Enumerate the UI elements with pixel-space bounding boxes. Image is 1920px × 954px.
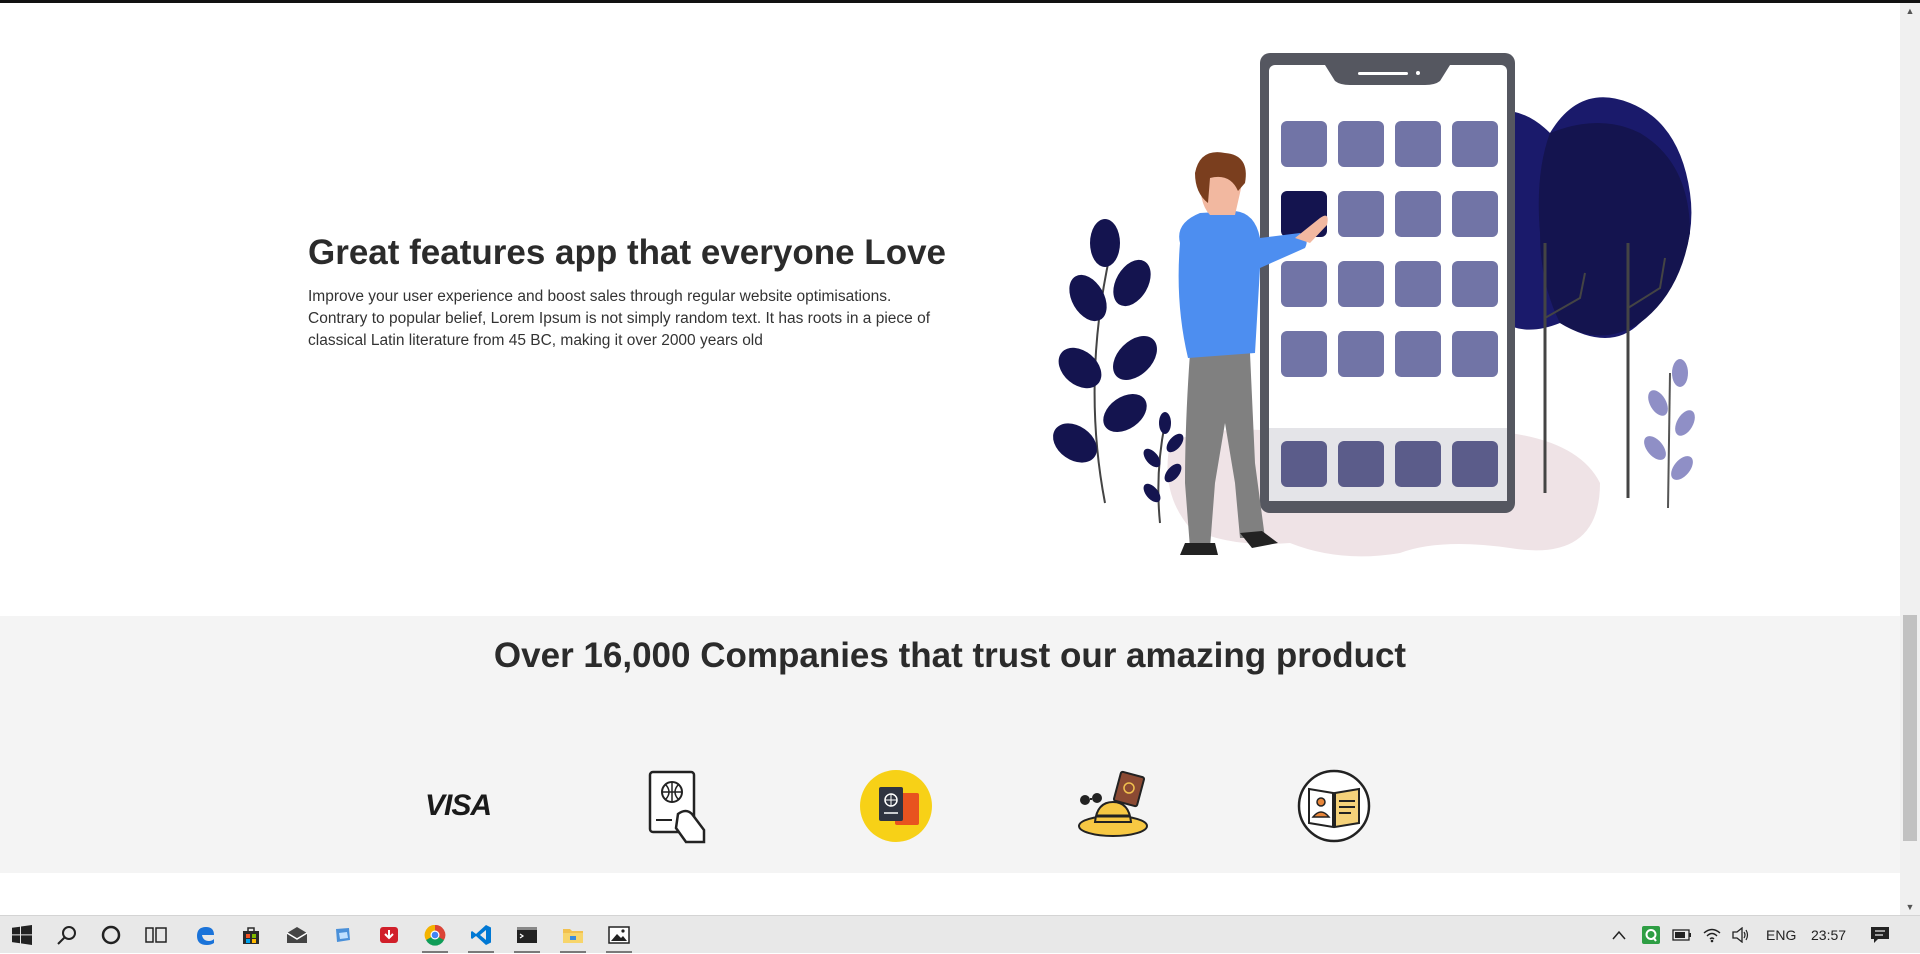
trust-section: Over 16,000 Companies that trust our ama…	[0, 616, 1900, 873]
search-icon[interactable]	[52, 920, 82, 950]
passport-hand-icon	[637, 766, 717, 846]
visa-logo: VISA	[424, 789, 492, 822]
q-app-tray-icon[interactable]	[1642, 916, 1660, 954]
app-blue-icon[interactable]	[328, 920, 358, 950]
cortana-icon[interactable]	[96, 920, 126, 950]
chrome-icon[interactable]	[420, 920, 450, 953]
feature-description: Improve your user experience and boost s…	[308, 288, 931, 349]
battery-icon[interactable]	[1672, 916, 1692, 954]
terminal-icon[interactable]	[512, 920, 542, 953]
download-manager-icon[interactable]	[374, 920, 404, 950]
file-explorer-icon[interactable]	[558, 920, 588, 953]
language-indicator[interactable]: ENG	[1766, 916, 1796, 954]
action-center-icon[interactable]	[1870, 916, 1890, 954]
scrollbar-thumb[interactable]	[1903, 615, 1917, 841]
passport-circle-icon	[856, 766, 936, 846]
wifi-icon[interactable]	[1703, 916, 1721, 954]
windows-taskbar: ENG 23:57	[0, 915, 1920, 953]
photos-icon[interactable]	[604, 920, 634, 953]
trust-heading: Over 16,000 Companies that trust our ama…	[493, 636, 1407, 675]
store-icon[interactable]	[236, 920, 266, 950]
id-book-icon	[1294, 766, 1374, 846]
page-viewport: Great features app that everyone Love Im…	[0, 3, 1900, 915]
volume-icon[interactable]	[1732, 916, 1750, 954]
scroll-up-arrow-icon[interactable]: ▲	[1900, 3, 1920, 19]
page-scrollbar[interactable]: ▲ ▼	[1900, 3, 1920, 915]
start-windows-icon[interactable]	[7, 920, 37, 950]
clock[interactable]: 23:57	[1811, 916, 1846, 954]
feature-heading: Great features app that everyone Love	[308, 233, 946, 272]
phone-app-illustration	[1053, 53, 1695, 557]
task-view-icon[interactable]	[141, 920, 171, 950]
vscode-icon[interactable]	[466, 920, 496, 953]
travel-hat-icon	[1075, 766, 1155, 846]
scroll-down-arrow-icon[interactable]: ▼	[1900, 899, 1920, 915]
show-hidden-icons[interactable]	[1612, 916, 1626, 954]
edge-browser-icon[interactable]	[190, 920, 220, 950]
mail-icon[interactable]	[282, 920, 312, 950]
